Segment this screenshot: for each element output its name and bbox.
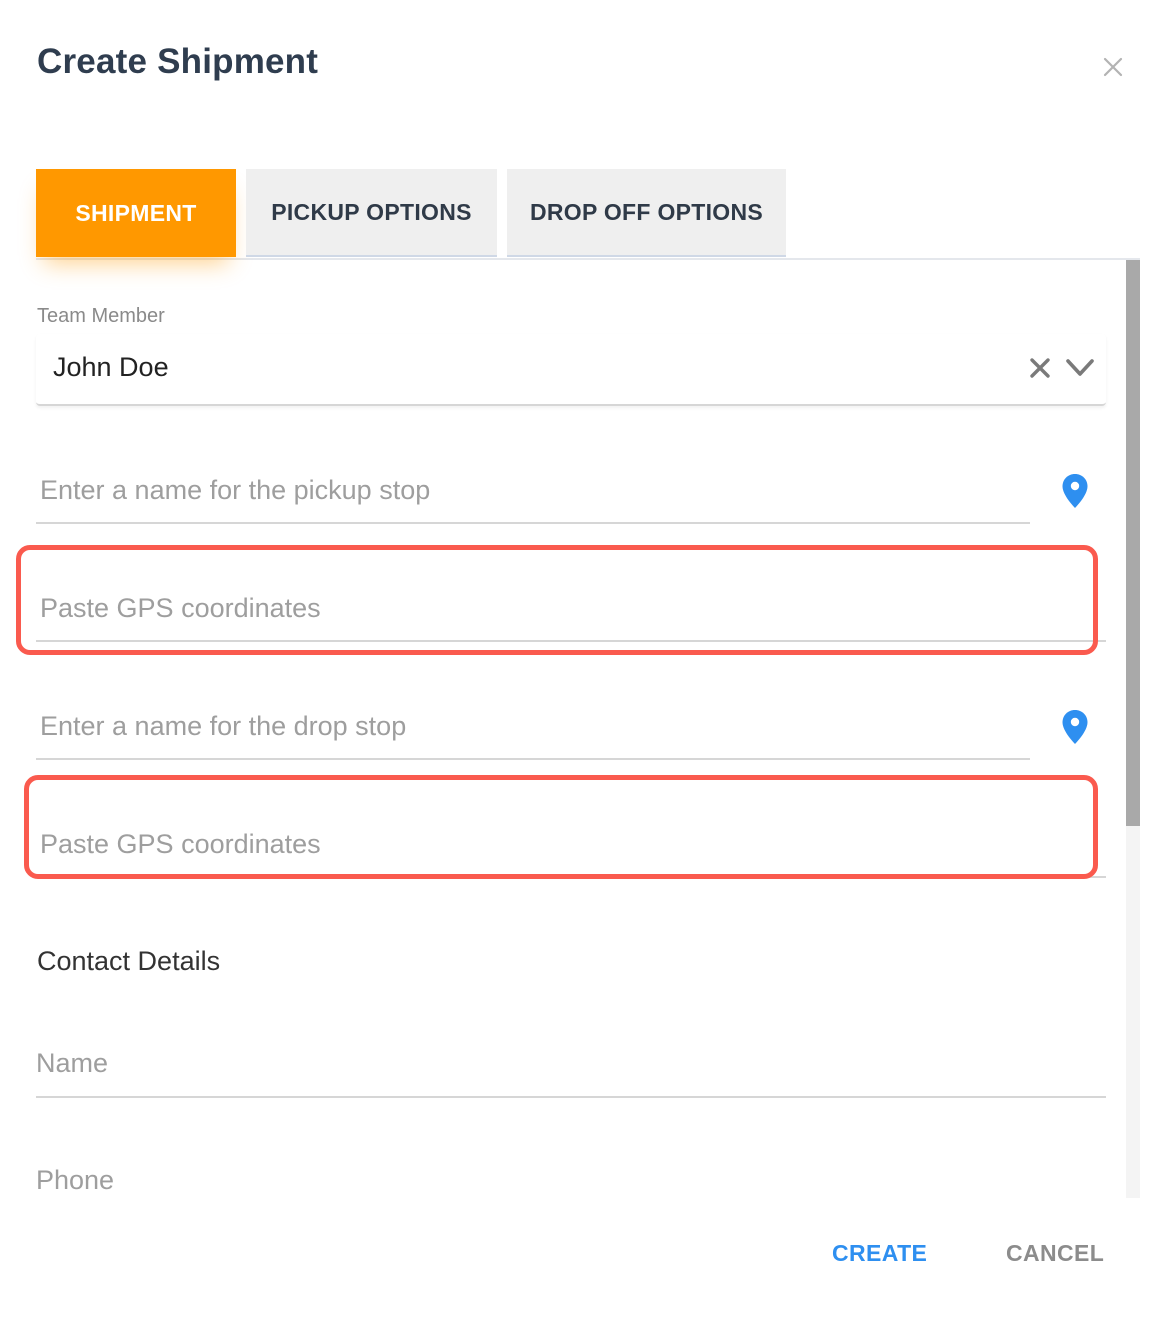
- tab-pickup-options[interactable]: PICKUP OPTIONS: [246, 169, 497, 257]
- contact-details-heading: Contact Details: [37, 946, 221, 976]
- drop-gps-input[interactable]: [36, 812, 1106, 876]
- pickup-gps-field: [36, 576, 1106, 642]
- tab-drop-off-options[interactable]: DROP OFF OPTIONS: [507, 169, 786, 257]
- pickup-gps-input[interactable]: [36, 576, 1106, 640]
- pickup-name-field: [36, 458, 1030, 524]
- contact-name-input[interactable]: [36, 1030, 1106, 1096]
- create-shipment-dialog: Create Shipment SHIPMENT PICKUP OPTIONS …: [0, 0, 1176, 1336]
- dialog-footer: [0, 1198, 1176, 1336]
- map-pin-icon[interactable]: [1061, 709, 1089, 745]
- drop-name-field: [36, 694, 1030, 760]
- contact-name-field: [36, 1030, 1106, 1098]
- pickup-name-input[interactable]: [36, 458, 1030, 522]
- clear-icon[interactable]: [1028, 356, 1052, 380]
- team-member-value: John Doe: [53, 352, 169, 382]
- team-member-label: Team Member: [37, 305, 165, 327]
- chevron-down-icon[interactable]: [1064, 356, 1096, 380]
- drop-gps-field: [36, 812, 1106, 878]
- map-pin-icon[interactable]: [1061, 473, 1089, 509]
- tabs-divider: [36, 258, 1140, 260]
- create-button[interactable]: CREATE: [832, 1240, 927, 1267]
- close-icon[interactable]: [1098, 52, 1128, 82]
- dialog-title: Create Shipment: [37, 42, 319, 81]
- cancel-button[interactable]: CANCEL: [1006, 1240, 1104, 1267]
- scrollbar-track[interactable]: [1126, 260, 1140, 1198]
- scrollbar-thumb[interactable]: [1126, 260, 1140, 826]
- team-member-select[interactable]: John Doe: [36, 334, 1106, 406]
- drop-name-input[interactable]: [36, 694, 1030, 758]
- tab-shipment[interactable]: SHIPMENT: [36, 169, 236, 257]
